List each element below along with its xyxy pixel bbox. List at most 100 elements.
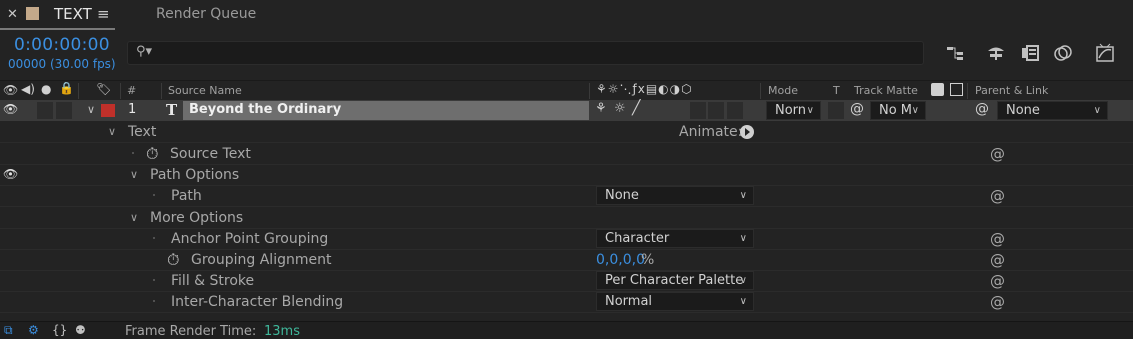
- adjustment-layer-switch[interactable]: [708, 102, 724, 119]
- layer-twirl-chevron-icon[interactable]: ∨: [87, 103, 95, 116]
- layer-label-color[interactable]: [101, 104, 115, 117]
- close-tab-icon[interactable]: ✕: [7, 7, 18, 22]
- motion-blur-icon[interactable]: [1052, 42, 1074, 64]
- draft-3d-icon[interactable]: [985, 42, 1007, 64]
- layer-row[interactable]: 👁 ∨ 1 T Beyond the Ordinary ⚘ ☼ ╱ Norn ∨ …: [0, 100, 1133, 121]
- visibility-eye-icon[interactable]: 👁: [3, 167, 18, 181]
- property-row-source-text[interactable]: ⏱ Source Text @: [0, 144, 1133, 165]
- comp-flowchart-icon[interactable]: ⧉: [4, 323, 13, 338]
- video-toggle-header-icon[interactable]: 👁: [3, 83, 18, 97]
- active-tab-indicator: [0, 28, 115, 30]
- inter-character-blending-dropdown[interactable]: Normal ∨: [596, 292, 754, 311]
- status-footer: ⧉ ⚙ {} ⚉ Frame Render Time: 13ms: [0, 321, 1133, 339]
- video-visibility-eye-icon[interactable]: 👁: [3, 102, 18, 116]
- expression-pickwhip-icon[interactable]: @: [990, 187, 1005, 205]
- panel-tab-bar: ✕ TEXT ≡ Render Queue: [0, 0, 1133, 30]
- column-header-row: 👁 ◀) ● 🔒 🏷 # Source Name ⚘☼⋱ƒx▤◐◑⬡ Mode …: [0, 80, 1133, 100]
- matte-invert-header-icon[interactable]: [950, 83, 963, 96]
- continuous-rasterize-icon[interactable]: ☼: [614, 101, 626, 116]
- stopwatch-icon[interactable]: ⏱: [167, 250, 179, 270]
- motion-blur-switch[interactable]: [690, 102, 706, 119]
- column-parent-link[interactable]: Parent & Link: [975, 84, 1048, 97]
- label-header-icon[interactable]: 🏷: [96, 82, 111, 96]
- current-time-display[interactable]: 0:00:00:00: [14, 35, 110, 55]
- twirl-open-icon[interactable]: ∨: [130, 211, 138, 224]
- tab-render-queue[interactable]: Render Queue: [156, 6, 256, 22]
- track-matte-dropdown[interactable]: No M ∨: [870, 101, 926, 120]
- frame-count-display: 00000 (30.00 fps): [8, 57, 116, 71]
- tab-text-comp[interactable]: TEXT: [54, 5, 92, 23]
- property-row-path-options[interactable]: 👁 ∨ Path Options: [0, 165, 1133, 186]
- property-row-more-options[interactable]: ∨ More Options: [0, 208, 1133, 229]
- expression-pickwhip-icon[interactable]: @: [990, 293, 1005, 311]
- property-row-text[interactable]: ∨ Text Animate:: [0, 122, 1133, 143]
- property-label: Anchor Point Grouping: [171, 231, 329, 247]
- expression-pickwhip-icon[interactable]: @: [990, 230, 1005, 248]
- column-t[interactable]: T: [833, 84, 840, 97]
- comp-color-swatch: [26, 7, 39, 20]
- shy-switch-icon[interactable]: ⚘: [595, 101, 607, 116]
- expression-pickwhip-icon[interactable]: @: [990, 251, 1005, 269]
- chevron-down-icon: ∨: [806, 105, 814, 116]
- solo-header-icon[interactable]: ●: [41, 82, 51, 96]
- chevron-down-icon: ∨: [739, 233, 747, 244]
- search-icon[interactable]: ⚲▾: [136, 44, 152, 59]
- panel-menu-icon[interactable]: ≡: [97, 5, 110, 23]
- frame-render-time-value: 13ms: [264, 324, 300, 339]
- graph-editor-icon[interactable]: [1094, 42, 1116, 64]
- parent-dropdown[interactable]: None ∨: [997, 101, 1108, 120]
- search-field[interactable]: ⚲▾: [127, 41, 924, 65]
- chevron-down-icon: ∨: [911, 105, 919, 116]
- property-label: Path Options: [150, 167, 240, 183]
- property-row-grouping-alignment[interactable]: ⏱ Grouping Alignment 0,0,0,0 % @: [0, 250, 1133, 271]
- column-source-name[interactable]: Source Name: [168, 84, 242, 97]
- property-row-fill-stroke[interactable]: Fill & Stroke Per Character Palette ∨ @: [0, 271, 1133, 292]
- layer-name[interactable]: Beyond the Ordinary: [183, 101, 589, 120]
- 3d-layer-switch[interactable]: [727, 102, 743, 119]
- property-row-path[interactable]: Path None ∨ @: [0, 186, 1133, 207]
- blend-mode-dropdown[interactable]: Norn ∨: [766, 101, 821, 120]
- property-label: More Options: [150, 210, 244, 226]
- flowchart-icon[interactable]: [944, 42, 966, 64]
- path-dropdown[interactable]: None ∨: [596, 186, 754, 205]
- quality-switch-icon[interactable]: ╱: [632, 100, 640, 116]
- chevron-down-icon: ∨: [739, 190, 747, 201]
- lock-switch[interactable]: [56, 102, 72, 119]
- transfer-controls-icon[interactable]: {}: [52, 323, 67, 337]
- grouping-alignment-value[interactable]: 0,0,0,0: [596, 252, 645, 268]
- grouping-alignment-unit: %: [641, 252, 655, 268]
- frame-blending-icon[interactable]: [1019, 42, 1041, 64]
- property-row-anchor-point-grouping[interactable]: Anchor Point Grouping Character ∨ @: [0, 229, 1133, 250]
- lock-header-icon[interactable]: 🔒: [59, 81, 74, 95]
- chevron-down-icon: ∨: [739, 296, 747, 307]
- solo-switch[interactable]: [37, 102, 53, 119]
- column-mode[interactable]: Mode: [768, 84, 798, 97]
- layer-switches-icon[interactable]: ⚙: [28, 323, 39, 337]
- anchor-point-grouping-dropdown[interactable]: Character ∨: [596, 229, 754, 248]
- in-out-stretch-icon[interactable]: ⚉: [75, 323, 86, 337]
- preserve-transparency-switch[interactable]: [828, 102, 844, 119]
- chevron-down-icon: ∨: [1093, 105, 1101, 116]
- property-label: Text: [128, 124, 157, 140]
- parent-pickwhip-icon[interactable]: @: [975, 101, 989, 117]
- column-track-matte[interactable]: Track Matte: [854, 84, 918, 97]
- twirl-open-icon[interactable]: ∨: [130, 168, 138, 181]
- animate-label: Animate:: [679, 124, 743, 140]
- property-row-inter-character-blending[interactable]: Inter-Character Blending Normal ∨ @: [0, 292, 1133, 313]
- track-matte-pickwhip-icon[interactable]: @: [850, 101, 864, 117]
- property-label: Fill & Stroke: [171, 273, 255, 289]
- frame-render-time-label: Frame Render Time:: [125, 324, 257, 339]
- property-label: Path: [171, 188, 202, 204]
- expression-pickwhip-icon[interactable]: @: [990, 272, 1005, 290]
- switches-header-icons[interactable]: ⚘☼⋱ƒx▤◐◑⬡: [596, 82, 693, 96]
- stopwatch-icon[interactable]: ⏱: [146, 144, 158, 164]
- matte-alpha-header-icon[interactable]: [931, 83, 944, 96]
- property-label: Inter-Character Blending: [171, 294, 344, 310]
- animate-menu-button[interactable]: [740, 125, 754, 139]
- fill-stroke-dropdown[interactable]: Per Character Palette ∨: [596, 271, 754, 290]
- expression-pickwhip-icon[interactable]: @: [990, 145, 1005, 163]
- layer-index: 1: [128, 102, 137, 117]
- twirl-open-icon[interactable]: ∨: [108, 125, 116, 138]
- audio-header-icon[interactable]: ◀): [21, 82, 35, 96]
- column-number[interactable]: #: [127, 84, 136, 97]
